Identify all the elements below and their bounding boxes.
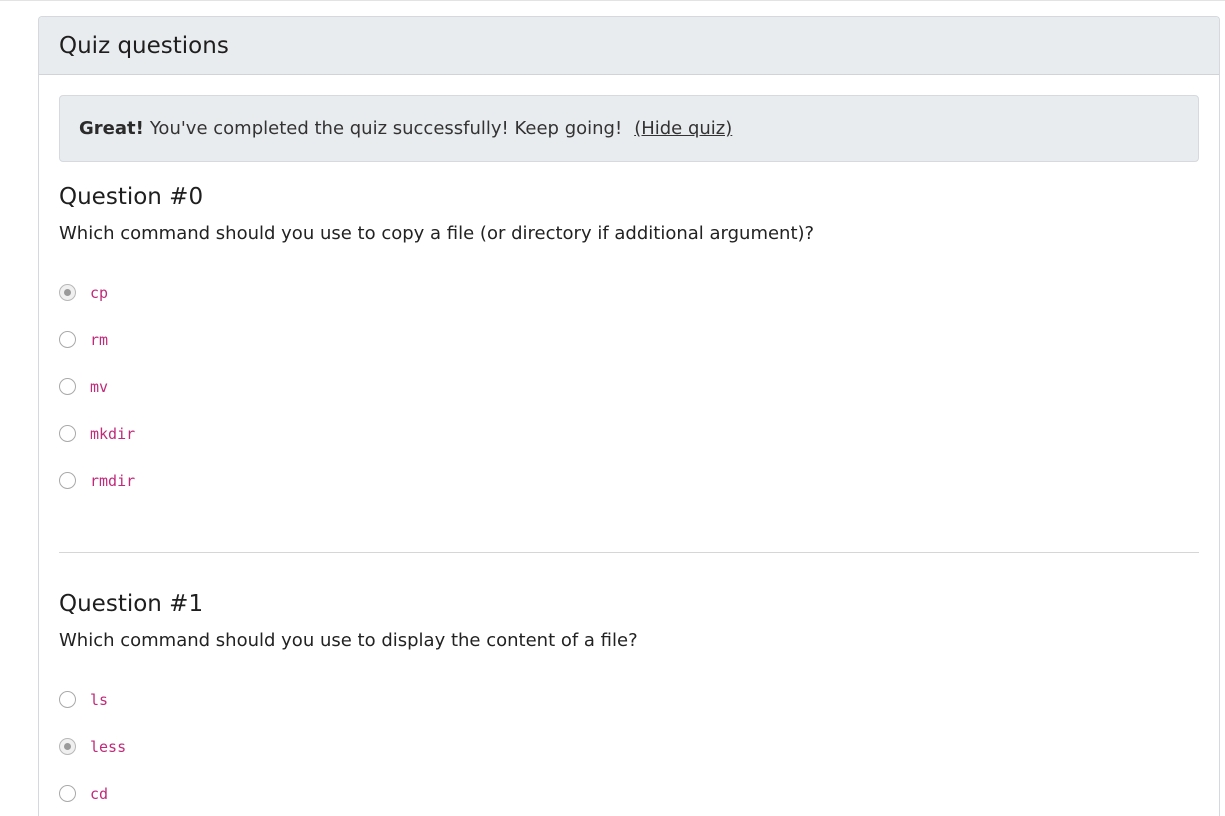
question-1: Question #1 Which command should you use… xyxy=(59,589,1199,816)
answer-option[interactable]: rm xyxy=(59,316,1199,363)
question-title: Question #0 xyxy=(59,184,204,210)
radio-button[interactable] xyxy=(59,378,76,395)
answer-option[interactable]: mv xyxy=(59,363,1199,410)
answer-option[interactable]: cp xyxy=(59,269,1199,316)
radio-button[interactable] xyxy=(59,331,76,348)
top-border xyxy=(0,0,1225,2)
option-label: rmdir xyxy=(90,471,136,490)
radio-button[interactable] xyxy=(59,785,76,802)
question-title: Question #1 xyxy=(59,591,204,617)
radio-button[interactable] xyxy=(59,472,76,489)
card-body: Great! You've completed the quiz success… xyxy=(39,75,1219,816)
answer-option[interactable]: ls xyxy=(59,676,1199,723)
option-label: mkdir xyxy=(90,424,136,443)
radio-dot xyxy=(64,289,71,296)
hide-quiz-link[interactable]: (Hide quiz) xyxy=(634,118,732,139)
option-label: less xyxy=(90,737,127,756)
radio-button-checked[interactable] xyxy=(59,738,76,755)
card-title: Quiz questions xyxy=(59,32,229,59)
radio-button[interactable] xyxy=(59,425,76,442)
quiz-card: Quiz questions Great! You've completed t… xyxy=(38,16,1220,816)
answer-options: cp rm mv mkdir rmdir xyxy=(59,269,1199,504)
success-alert: Great! You've completed the quiz success… xyxy=(59,95,1199,162)
option-label: mv xyxy=(90,377,109,396)
radio-button[interactable] xyxy=(59,691,76,708)
card-header: Quiz questions xyxy=(39,17,1219,75)
option-label: ls xyxy=(90,690,109,709)
radio-button-checked[interactable] xyxy=(59,284,76,301)
option-label: cp xyxy=(90,283,109,302)
answer-options: ls less cd xyxy=(59,676,1199,816)
answer-option[interactable]: less xyxy=(59,723,1199,770)
alert-strong: Great! xyxy=(79,118,144,139)
question-divider xyxy=(59,552,1199,553)
answer-option[interactable]: cd xyxy=(59,770,1199,816)
question-0: Question #0 Which command should you use… xyxy=(59,182,1199,504)
answer-option[interactable]: mkdir xyxy=(59,410,1199,457)
question-text: Which command should you use to copy a f… xyxy=(59,223,815,244)
option-label: rm xyxy=(90,330,109,349)
question-text: Which command should you use to display … xyxy=(59,630,638,651)
option-label: cd xyxy=(90,784,109,803)
radio-dot xyxy=(64,743,71,750)
answer-option[interactable]: rmdir xyxy=(59,457,1199,504)
alert-message: You've completed the quiz successfully! … xyxy=(149,118,623,139)
